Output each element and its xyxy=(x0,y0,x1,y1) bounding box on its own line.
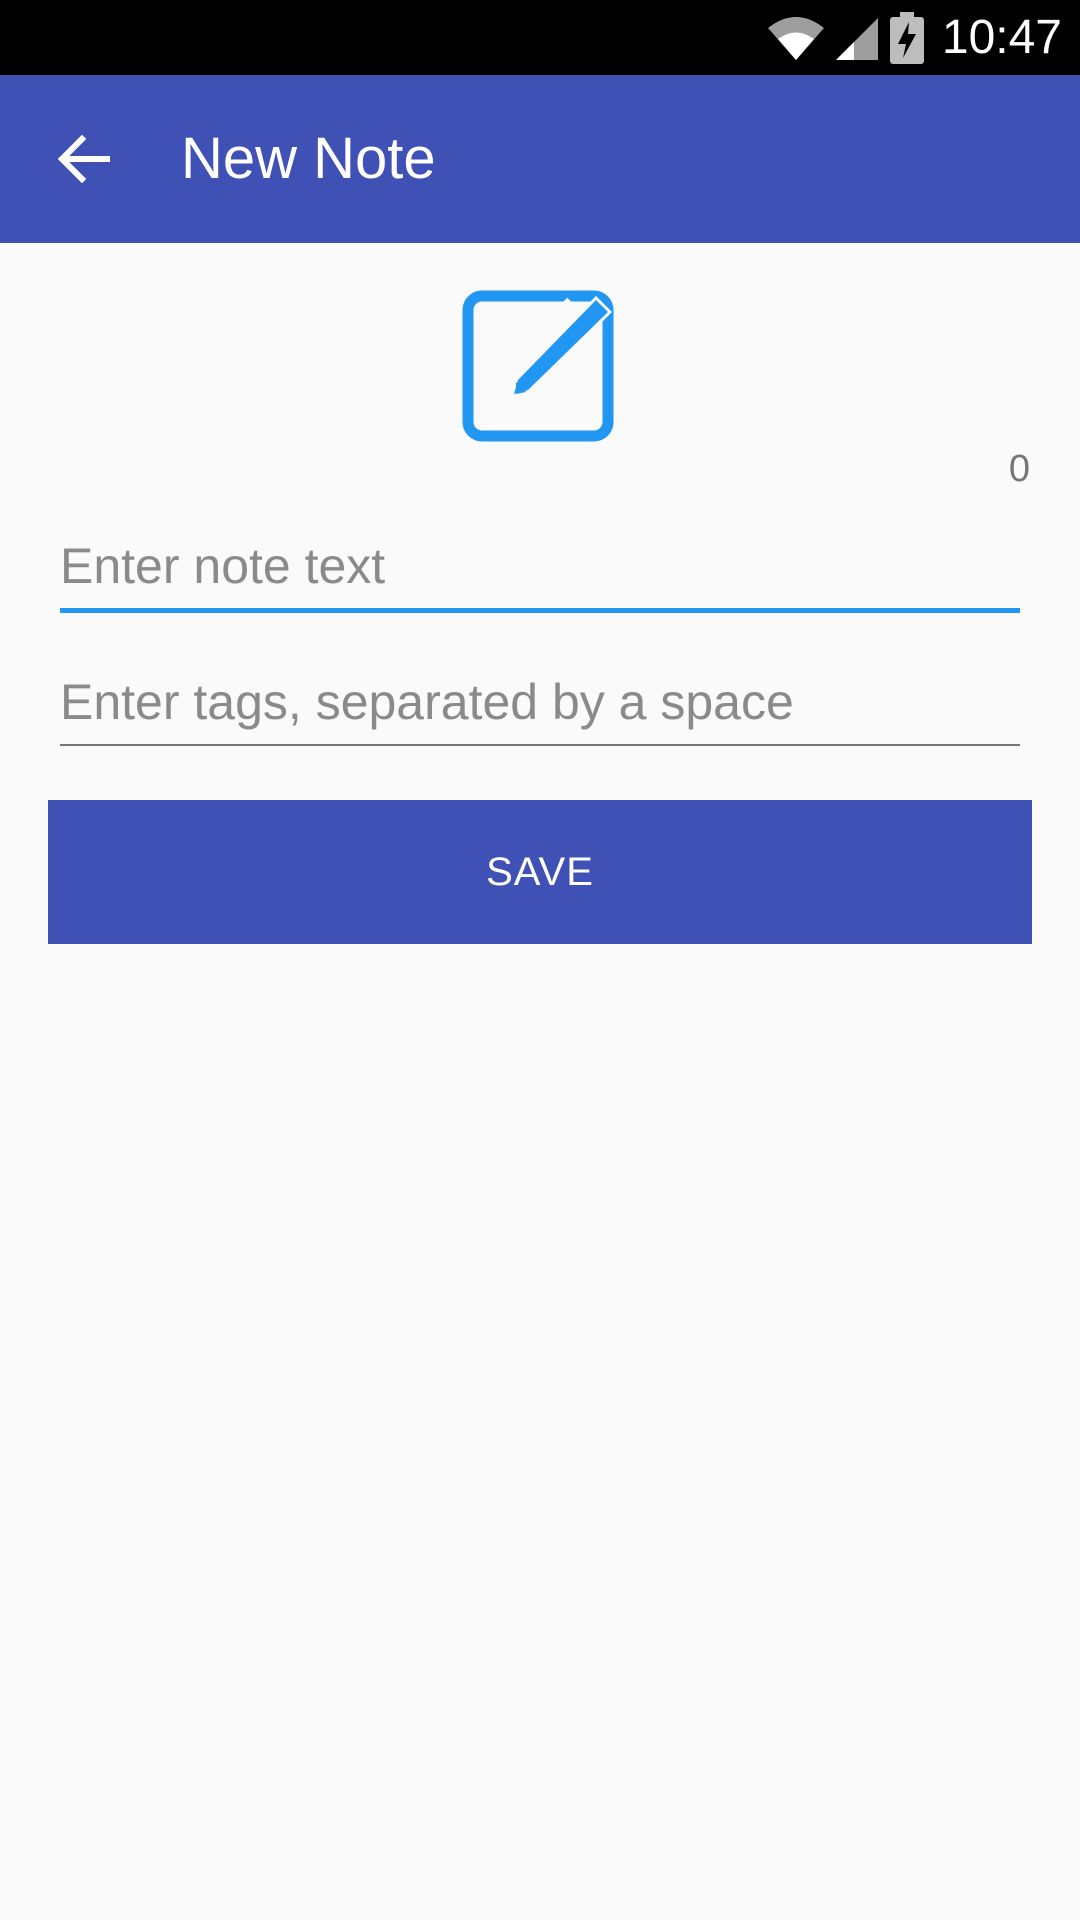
app-bar: New Note xyxy=(0,75,1080,243)
note-text-underline xyxy=(60,608,1020,613)
tags-input[interactable] xyxy=(60,662,1020,742)
tags-field xyxy=(60,662,1020,746)
edit-note-icon xyxy=(462,290,614,442)
wifi-icon xyxy=(767,16,824,60)
status-icons: 10:47 xyxy=(766,0,1062,75)
cellular-signal-icon xyxy=(835,17,878,60)
note-text-field xyxy=(60,526,1020,613)
character-counter: 0 xyxy=(1008,448,1030,490)
save-button[interactable]: SAVE xyxy=(48,800,1032,944)
battery-charging-icon xyxy=(889,11,924,64)
arrow-back-icon xyxy=(58,135,110,183)
note-text-input[interactable] xyxy=(60,526,1020,606)
status-bar: 10:47 xyxy=(0,0,1080,75)
status-time: 10:47 xyxy=(941,11,1062,64)
back-button[interactable] xyxy=(36,111,132,207)
tags-underline xyxy=(60,744,1020,746)
page-title: New Note xyxy=(181,126,436,191)
